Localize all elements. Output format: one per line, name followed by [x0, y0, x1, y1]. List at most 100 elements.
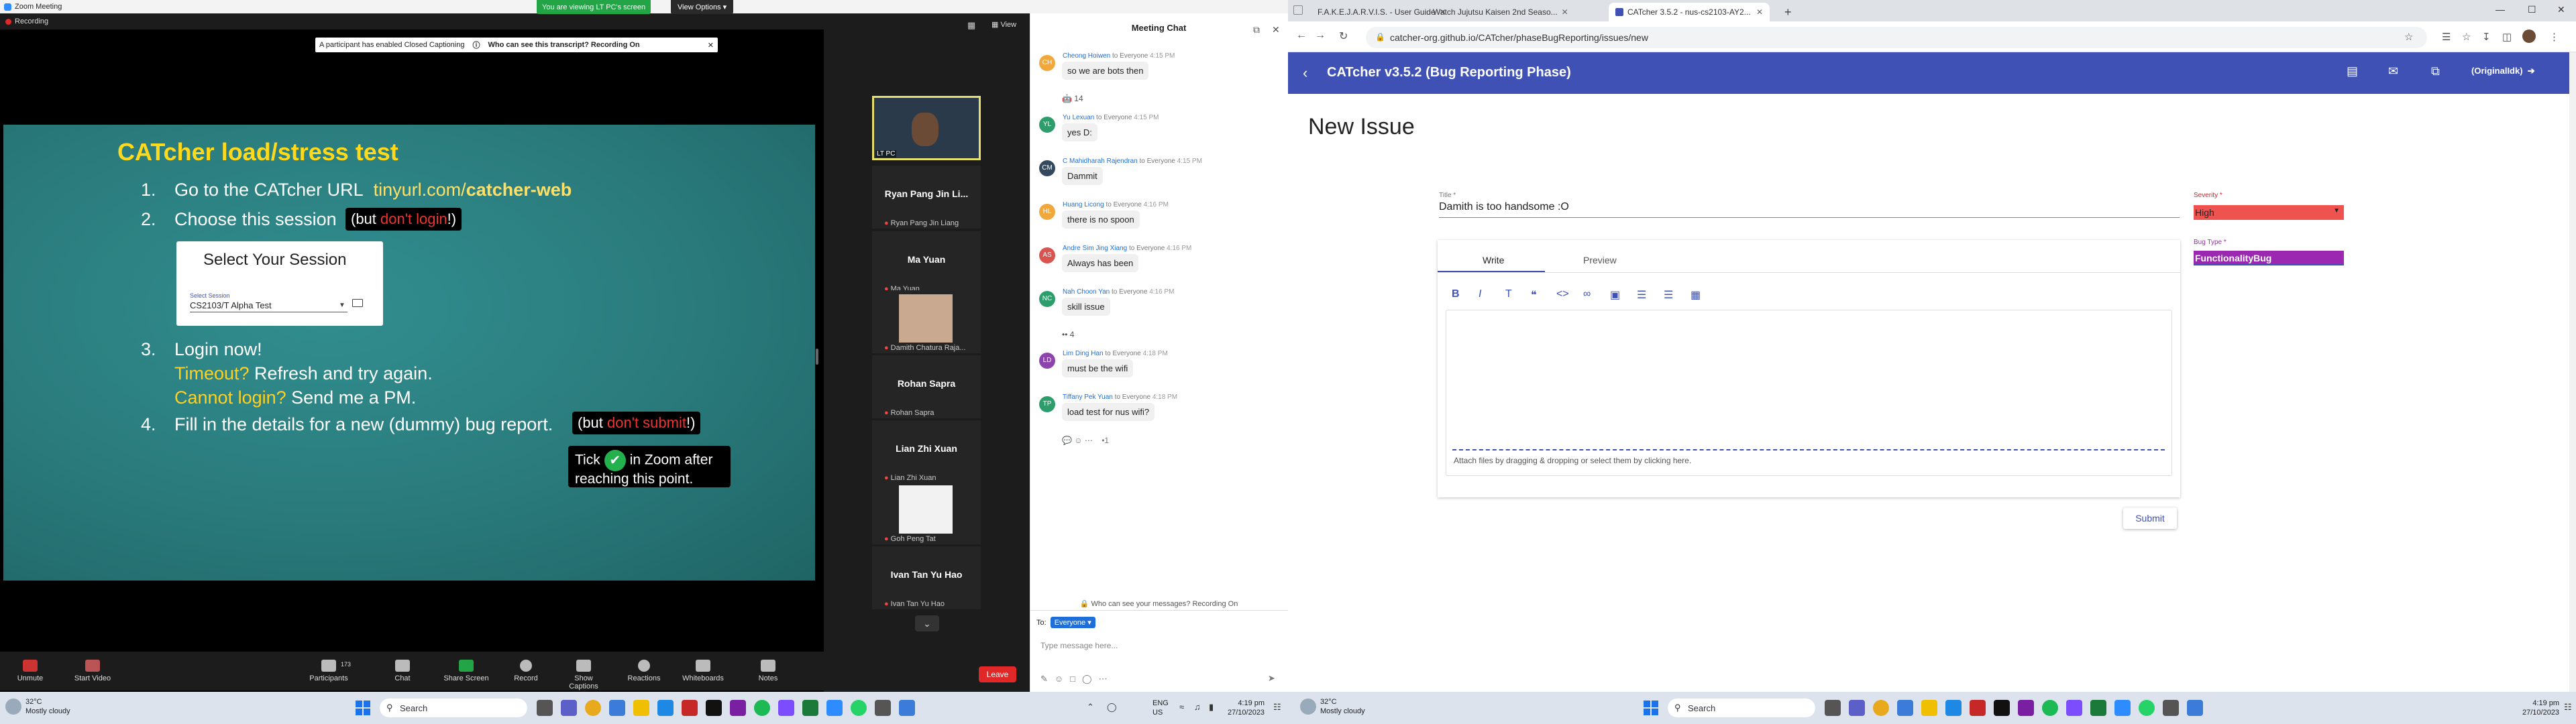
cc-transcript-link[interactable]: Who can see this transcript? Recording O… [488, 41, 639, 49]
zoom-icon[interactable] [2114, 700, 2131, 716]
weather-widget[interactable]: 32°C Mostly cloudy [5, 697, 70, 716]
submit-button[interactable]: Submit [2123, 507, 2177, 529]
sender-name[interactable]: Huang Licong [1063, 201, 1104, 208]
chat-visibility-note[interactable]: 🔒 Who can see your messages? Recording O… [1030, 599, 1288, 608]
reaction-badge[interactable]: 🤖 14 [1062, 94, 1083, 103]
app-icon[interactable] [778, 700, 794, 716]
sender-name[interactable]: Tiffany Pek Yuan [1063, 394, 1113, 401]
link-icon[interactable]: ∞ [1583, 288, 1591, 300]
chrome-icon[interactable] [1873, 700, 1889, 716]
chrome-icon[interactable] [585, 700, 601, 716]
back-arrow-icon[interactable]: ‹ [1303, 64, 1307, 82]
participant-tile[interactable]: Ivan Tan Yu Hao ● Ivan Tan Yu Hao [872, 546, 981, 609]
menu-icon[interactable]: ⋮ [2549, 31, 2559, 43]
close-icon[interactable]: ✕ [708, 41, 714, 50]
title-input[interactable]: Damith is too handsome :O [1439, 201, 2180, 218]
weather-widget[interactable]: 32°C Mostly cloudy [1300, 697, 1365, 716]
notion-icon[interactable] [706, 700, 722, 716]
new-tab-icon[interactable]: + [1784, 5, 1792, 19]
scrollbar[interactable] [2569, 52, 2576, 692]
volume-icon[interactable]: ♫ [1194, 702, 1201, 712]
minimize-icon[interactable]: — [2496, 4, 2505, 15]
profile-avatar[interactable] [2522, 29, 2536, 43]
app-icon[interactable] [1970, 700, 1986, 716]
file-explorer-icon[interactable] [1921, 700, 1937, 716]
participant-tile[interactable]: Ma Yuan ● Ma Yuan [872, 231, 981, 294]
extensions-icon[interactable]: ☰ [2442, 31, 2451, 43]
reaction-badge[interactable]: •• 4 [1062, 330, 1074, 339]
app-icon[interactable] [682, 700, 698, 716]
reload-icon[interactable]: ↻ [1339, 29, 1348, 43]
tab-jujutsu[interactable]: Watch Jujutsu Kaisen 2nd Seaso... ✕ [1422, 3, 1568, 21]
teams-icon[interactable] [1849, 700, 1865, 716]
app-icon[interactable] [1945, 700, 1962, 716]
forward-icon[interactable]: → [1315, 29, 1326, 42]
open-external-icon[interactable]: ⧉ [2431, 64, 2440, 78]
teams-icon[interactable] [561, 700, 577, 716]
issues-list-icon[interactable]: ▤ [2347, 64, 2358, 78]
gallery-toggle-icon[interactable]: ▦ [967, 20, 975, 31]
bookmarks-icon[interactable]: ☆ [2462, 31, 2471, 43]
battery-icon[interactable]: ▮ [1209, 702, 1214, 713]
windows-start-icon[interactable] [1644, 701, 1658, 715]
heading-icon[interactable]: T [1505, 288, 1512, 300]
attach-hint[interactable]: Attach files by dragging & dropping or s… [1454, 456, 1691, 465]
whiteboards-button[interactable]: Whiteboards [680, 660, 727, 682]
severity-select[interactable]: High ▼ [2194, 205, 2344, 220]
reactions-button[interactable]: Reactions [621, 660, 667, 682]
participant-tile[interactable]: ● Goh Peng Tat [872, 481, 981, 544]
participant-tile[interactable]: Ryan Pang Jin Li... ● Ryan Pang Jin Liang [872, 166, 981, 229]
task-view-icon[interactable] [537, 700, 553, 716]
excel-icon[interactable] [802, 700, 818, 716]
record-button[interactable]: Record [502, 660, 549, 682]
app-icon[interactable] [2066, 700, 2082, 716]
sender-name[interactable]: Yu Lexuan [1063, 114, 1094, 121]
start-video-button[interactable]: Start Video [69, 660, 116, 682]
tab-user-guide[interactable]: F.A.K.E.J.A.R.V.I.S. - User Guide ✕ [1307, 3, 1446, 21]
maximize-icon[interactable]: ☐ [2528, 4, 2536, 15]
participant-tile[interactable]: Rohan Sapra ● Rohan Sapra [872, 355, 981, 418]
tab-write[interactable]: Write [1483, 255, 1504, 265]
spotify-icon[interactable] [2042, 700, 2058, 716]
user-logout[interactable]: (OriginalIdk) ➔ [2471, 66, 2535, 76]
participant-tile[interactable]: Lian Zhi Xuan ● Lian Zhi Xuan [872, 420, 981, 483]
quote-icon[interactable]: ❝ [1531, 288, 1537, 302]
app-icon[interactable] [657, 700, 674, 716]
recording-indicator[interactable]: Recording [5, 17, 48, 25]
sender-name[interactable]: Cheong Hoiwen [1063, 52, 1110, 60]
bulleted-list-icon[interactable]: ☰ [1637, 288, 1646, 302]
view-button[interactable]: ▦ View [991, 20, 1016, 29]
message-actions[interactable]: 💬 ☺ ⋯ •1 [1062, 436, 1109, 445]
description-textarea[interactable] [1446, 310, 2172, 476]
chat-input-tools[interactable]: ✎☺□◯⋯ [1040, 674, 1114, 684]
tab-search-icon[interactable] [1293, 5, 1303, 15]
windows-start-icon[interactable] [356, 701, 370, 715]
close-window-icon[interactable]: ✕ [2557, 4, 2565, 15]
download-icon[interactable]: ↧ [2482, 31, 2491, 43]
splitter-handle[interactable] [816, 349, 818, 365]
image-icon[interactable]: ▣ [1610, 288, 1620, 302]
sidepanel-icon[interactable]: ◫ [2502, 31, 2512, 43]
chat-button[interactable]: Chat [379, 660, 426, 682]
notifications-icon[interactable]: ☷ [2564, 702, 2572, 713]
popout-icon[interactable]: ⧉ [1253, 24, 1260, 36]
tab-preview[interactable]: Preview [1583, 255, 1617, 265]
task-view-icon[interactable] [1825, 700, 1841, 716]
edge-icon[interactable] [1897, 700, 1913, 716]
app-icon[interactable] [2018, 700, 2034, 716]
self-video-tile[interactable]: LT PC [872, 96, 981, 160]
italic-icon[interactable]: I [1479, 288, 1481, 300]
terminal-icon[interactable] [2163, 700, 2179, 716]
mail-icon[interactable]: ✉ [2388, 64, 2398, 78]
edge-icon[interactable] [609, 700, 625, 716]
bug-type-select[interactable]: FunctionalityBug [2194, 251, 2344, 265]
tray-app-icon[interactable]: ◯ [1107, 702, 1117, 713]
leave-button[interactable]: Leave [979, 666, 1016, 682]
notes-button[interactable]: Notes [745, 660, 792, 682]
zoom-icon[interactable] [826, 700, 843, 716]
view-options-button[interactable]: View Options ▾ [671, 0, 734, 14]
whatsapp-icon[interactable] [851, 700, 867, 716]
whatsapp-icon[interactable] [2139, 700, 2155, 716]
spotify-icon[interactable] [754, 700, 770, 716]
recipient-dropdown[interactable]: Everyone ▾ [1050, 617, 1095, 628]
